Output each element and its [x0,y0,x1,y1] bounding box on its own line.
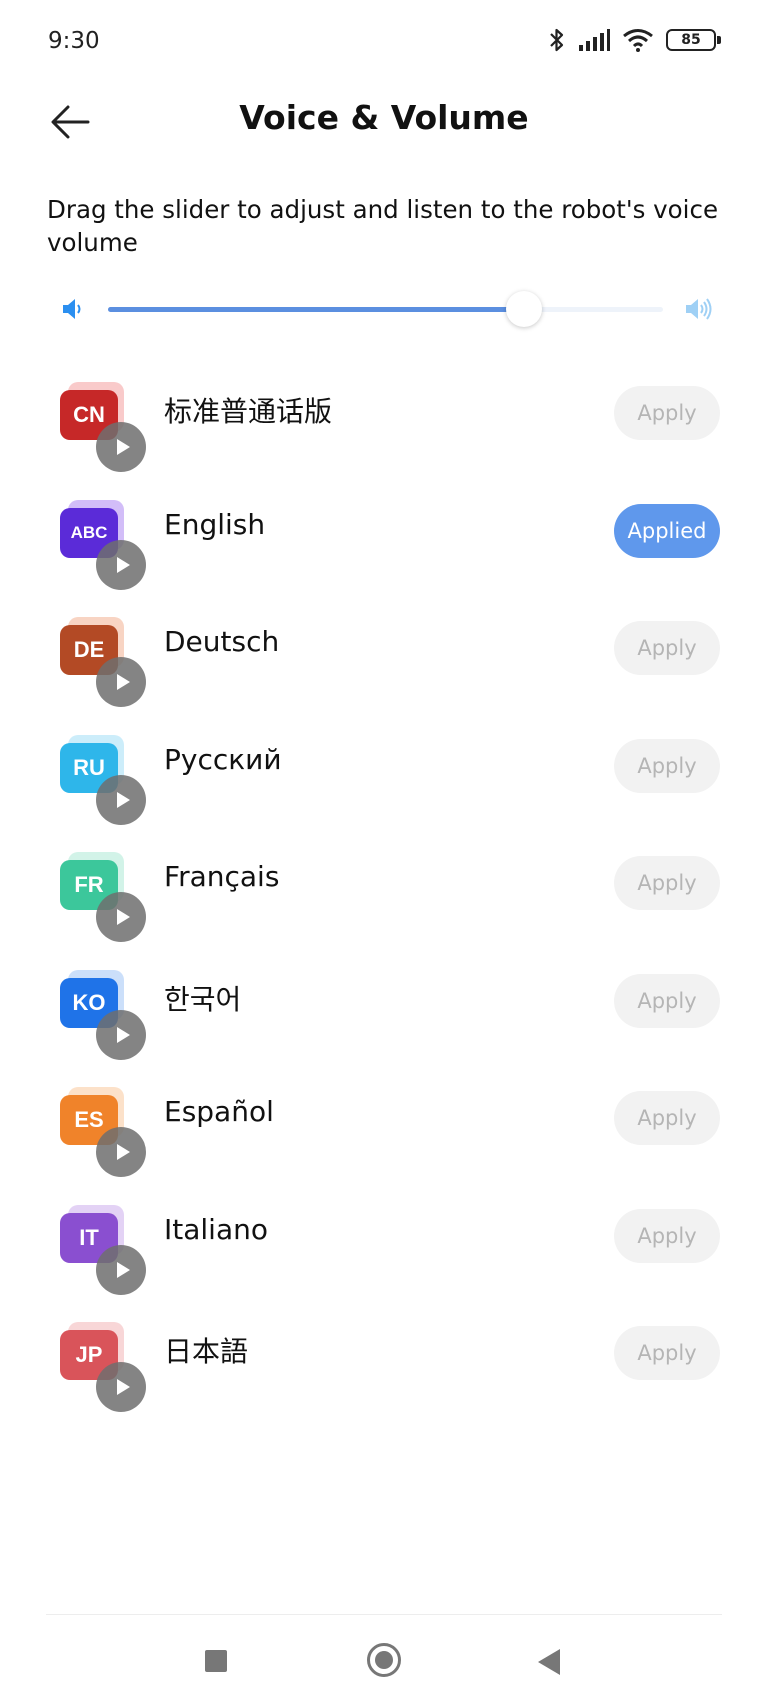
navigation-bar [0,1615,768,1706]
apply-button[interactable]: Apply [614,386,720,440]
language-name: Français [164,860,280,893]
speaker-high-icon[interactable] [683,296,715,322]
page-title: Voice & Volume [239,98,529,137]
language-row: KO 한국어 Apply [0,952,768,1070]
volume-row [60,290,715,330]
language-flag-icon: CN [60,382,146,472]
language-flag-icon: ABC [60,499,146,590]
language-list: CN 标准普通话版 Apply ABC English Applied DE Deutsch A… [0,364,768,1422]
volume-slider-thumb[interactable] [506,291,543,327]
header: Voice & Volume [0,84,768,174]
language-row: ES Español Apply [0,1069,768,1187]
play-preview-icon[interactable] [96,657,146,707]
language-row: RU Русский Apply [0,717,768,835]
language-row: JP 日本語 Apply [0,1304,768,1422]
language-name: 标准普通话版 [164,395,333,428]
language-flag-icon: KO [60,969,146,1060]
play-preview-icon[interactable] [96,1244,146,1295]
wifi-icon [623,29,653,52]
language-name: English [164,507,266,541]
apply-button[interactable]: Apply [614,1326,720,1380]
volume-slider-fill [108,307,525,312]
language-row: ABC English Applied [0,482,768,600]
apply-button[interactable]: Apply [614,1208,720,1263]
status-bar: 9:30 85 [0,0,768,84]
apply-button[interactable]: Apply [614,973,720,1028]
play-preview-icon[interactable] [96,1362,146,1412]
language-row: IT Italiano Apply [0,1187,768,1305]
status-time: 9:30 [48,28,100,54]
language-name: Español [164,1095,274,1128]
square-recent-icon[interactable] [205,1650,227,1672]
triangle-back-icon[interactable] [538,1649,560,1675]
language-flag-icon: JP [60,1322,146,1412]
apply-button[interactable]: Apply [614,621,720,675]
play-preview-icon[interactable] [96,1009,146,1060]
apply-button[interactable]: Apply [614,738,720,793]
language-flag-icon: RU [60,734,146,825]
language-row: DE Deutsch Apply [0,599,768,717]
play-preview-icon[interactable] [96,774,146,825]
apply-button[interactable]: Apply [614,856,720,910]
play-preview-icon[interactable] [96,1127,146,1177]
signal-icon [579,29,610,51]
language-name: 日本語 [164,1335,249,1368]
play-preview-icon[interactable] [96,422,146,472]
language-row: CN 标准普通话版 Apply [0,364,768,482]
play-preview-icon[interactable] [96,539,146,590]
language-name: Italiano [164,1212,268,1246]
play-preview-icon[interactable] [96,892,146,942]
language-name: Русский [164,742,282,776]
battery-icon: 85 [666,29,721,51]
applied-button[interactable]: Applied [614,503,720,558]
language-row: FR Français Apply [0,834,768,952]
status-icons: 85 [548,26,721,54]
volume-description: Drag the slider to adjust and listen to … [47,195,719,257]
language-flag-icon: IT [60,1204,146,1295]
speaker-low-icon[interactable] [60,296,86,322]
battery-level: 85 [681,32,701,48]
bluetooth-icon [550,28,564,52]
language-flag-icon: DE [60,617,146,707]
language-flag-icon: ES [60,1087,146,1177]
language-flag-icon: FR [60,852,146,942]
language-name: 한국어 [164,982,242,1016]
language-name: Deutsch [164,625,280,658]
apply-button[interactable]: Apply [614,1091,720,1145]
circle-home-icon[interactable] [367,1643,401,1677]
volume-slider[interactable] [108,291,663,327]
